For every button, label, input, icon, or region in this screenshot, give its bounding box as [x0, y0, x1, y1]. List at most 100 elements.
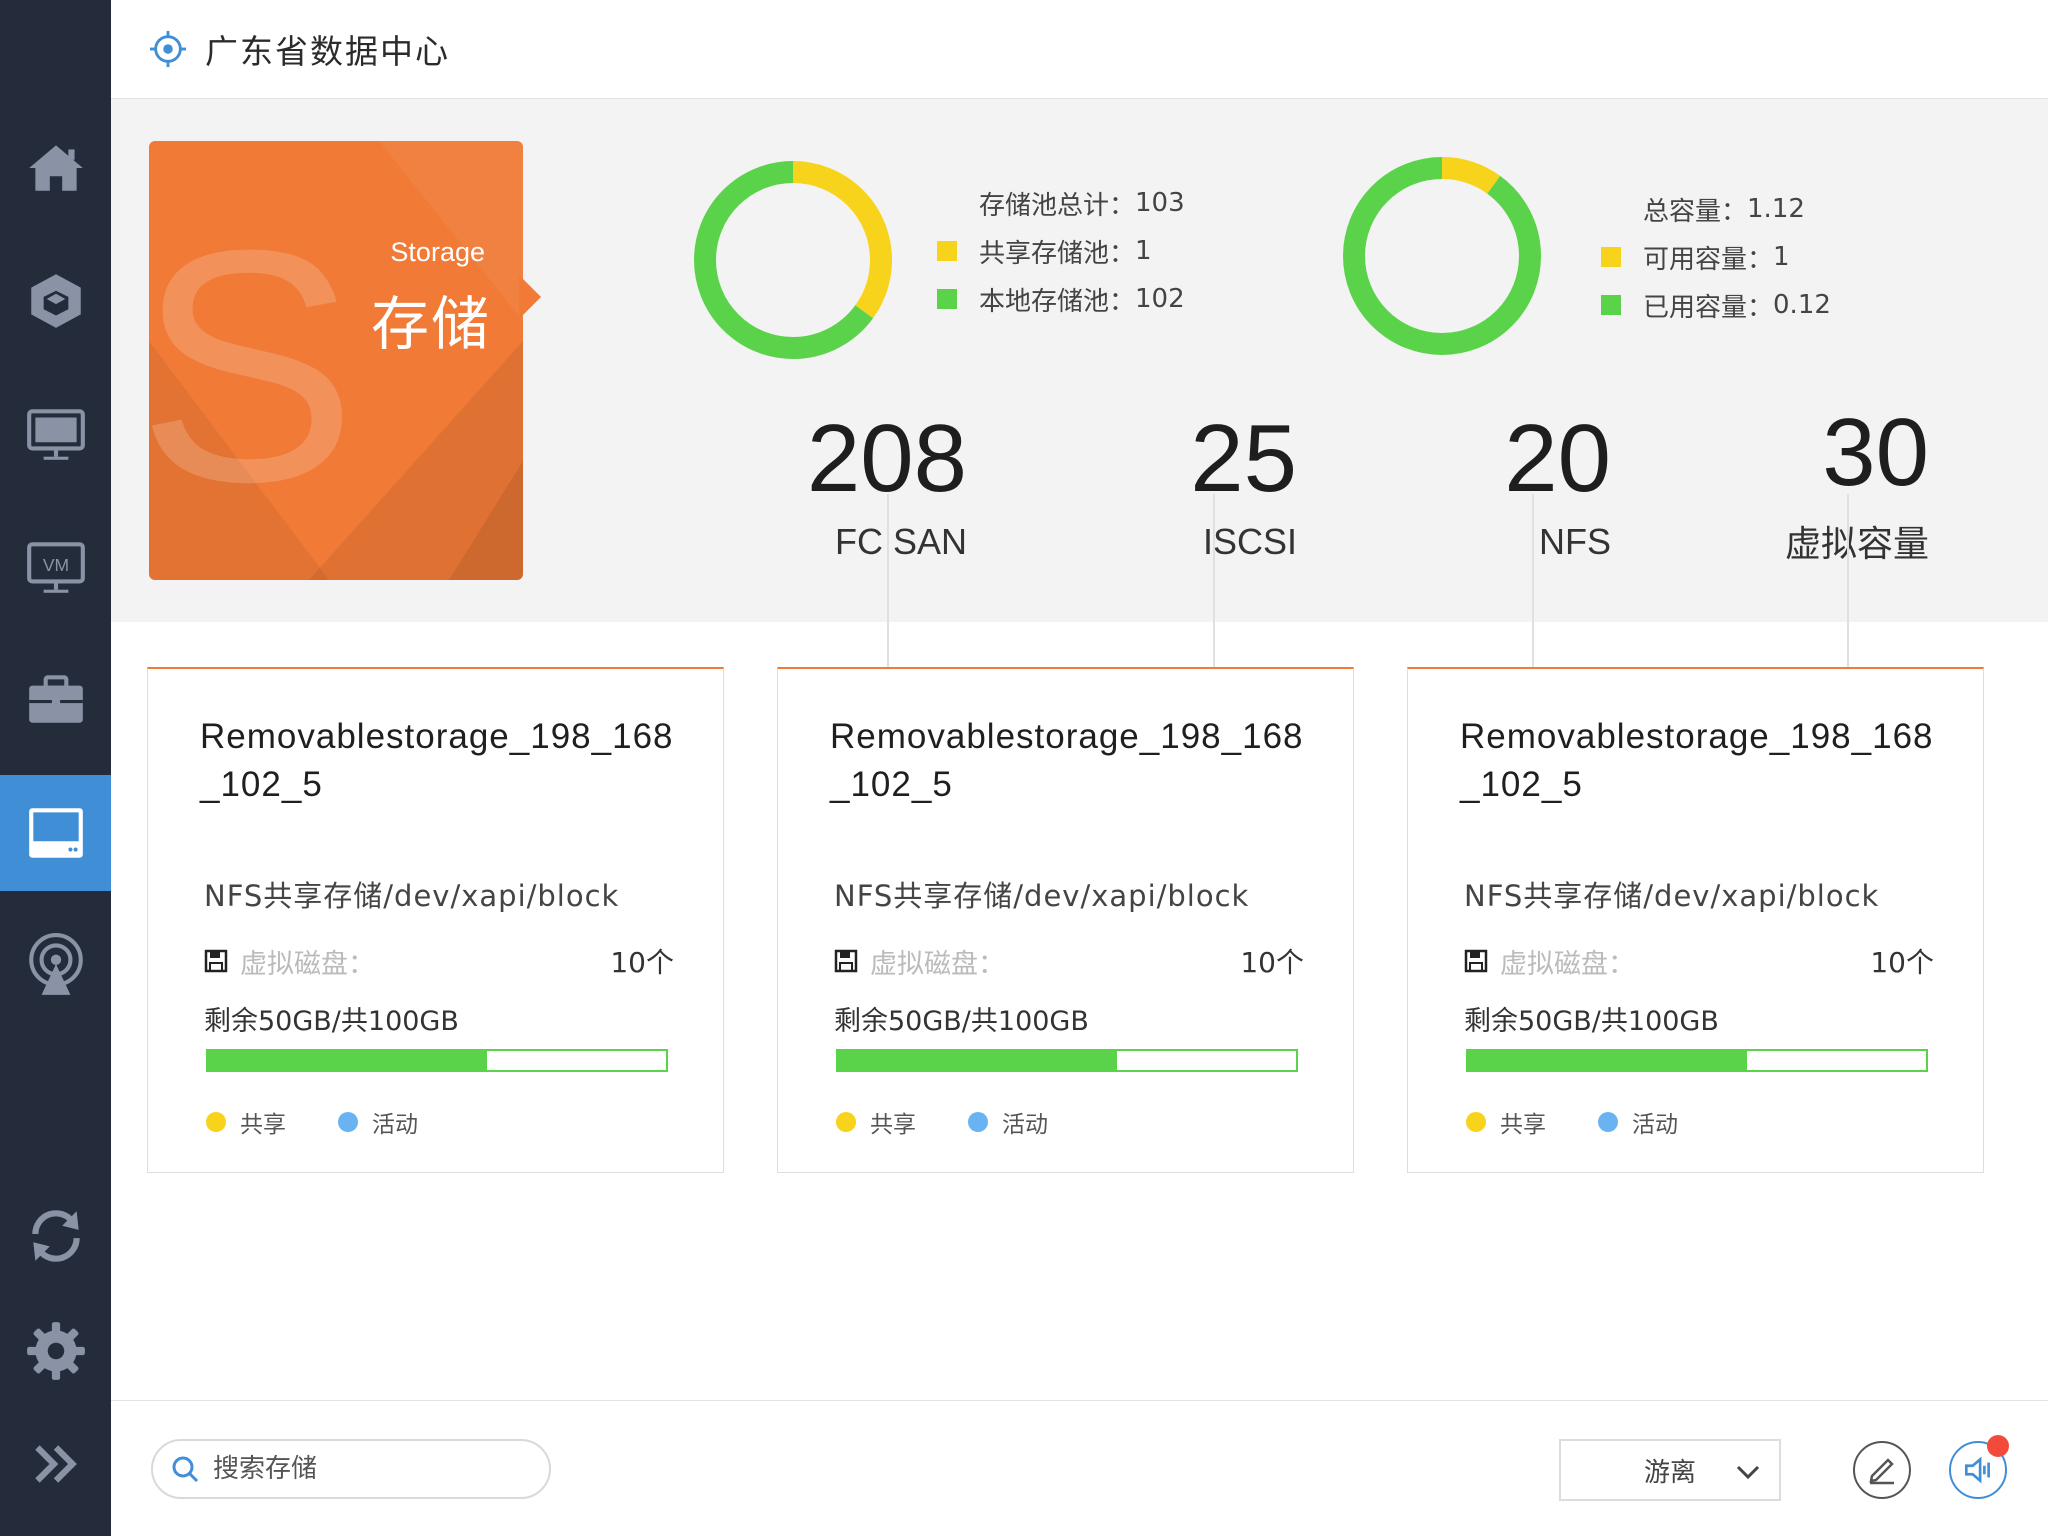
- stat-divider: [887, 494, 889, 682]
- tag-shared: 共享: [1466, 1105, 1546, 1139]
- status-filter-select[interactable]: 游离: [1559, 1439, 1781, 1501]
- legend-capacity-total: 总容量： 1.12: [1601, 185, 1831, 233]
- speaker-icon: [1964, 1456, 1990, 1484]
- tag-shared: 共享: [836, 1105, 916, 1139]
- sidebar-item-settings[interactable]: [0, 1293, 111, 1409]
- cube-icon: [30, 274, 81, 328]
- storage-label-en: Storage: [390, 237, 485, 267]
- storage-icon: [28, 808, 83, 858]
- edit-button[interactable]: [1853, 1441, 1911, 1499]
- stat-label: NFS: [1539, 521, 1611, 562]
- legend-value: 102: [1135, 284, 1185, 314]
- capacity-progress-bar: [206, 1049, 668, 1072]
- vm-icon: VM: [26, 542, 85, 593]
- tag-label: 共享: [870, 1112, 916, 1138]
- storage-path: NFS共享存储/dev/xapi/block: [1464, 879, 1880, 913]
- tag-active: 活动: [1598, 1105, 1678, 1139]
- sidebar-item-storage[interactable]: [0, 775, 111, 891]
- capacity-text: 剩余50GB/共100GB: [204, 1006, 459, 1037]
- search-icon: [172, 1456, 199, 1483]
- floppy-disk-icon: [834, 949, 858, 973]
- legend-capacity-available: 可用容量： 1: [1601, 233, 1831, 281]
- search-box[interactable]: [151, 1439, 551, 1499]
- capacity-progress-fill: [838, 1051, 1118, 1070]
- yellow-dot-icon: [836, 1112, 856, 1132]
- virtual-disk-count: 10个: [1240, 946, 1304, 979]
- legend-value: 103: [1135, 188, 1185, 218]
- legend-swatch-green: [937, 289, 957, 309]
- vm-icon-label: VM: [42, 555, 68, 575]
- capacity-progress-fill: [1468, 1051, 1748, 1070]
- legend-pool-shared: 共享存储池： 1: [937, 227, 1185, 275]
- virtual-disk-count: 10个: [1870, 946, 1934, 979]
- stat-value: 208: [806, 405, 967, 512]
- legend-swatch-yellow: [1601, 247, 1621, 267]
- virtual-disk-label: 虚拟磁盘：: [870, 948, 1005, 980]
- storage-card-item[interactable]: Removablestorage_198_168_102_5 NFS共享存储/d…: [777, 667, 1354, 1173]
- virtual-disk-row: 虚拟磁盘： 10个: [834, 941, 1304, 981]
- storage-pool-legend: 存储池总计： 103 共享存储池： 1 本地存储池： 102: [937, 179, 1185, 323]
- legend-label: 已用容量：: [1643, 292, 1774, 323]
- stat-virtual-capacity: 30 虚拟容量: [1641, 405, 1929, 567]
- status-tags: 共享 活动: [1466, 1105, 1730, 1139]
- stat-fc-san: 208 FC SAN: [691, 411, 967, 563]
- storage-name: Removablestorage_198_168_102_5: [830, 717, 1304, 804]
- legend-label: 本地存储池：: [979, 286, 1136, 317]
- sidebar-item-refresh[interactable]: [0, 1178, 111, 1294]
- virtual-disk-label: 虚拟磁盘：: [1500, 948, 1635, 980]
- legend-swatch-yellow: [937, 241, 957, 261]
- capacity-donut-chart: [1343, 157, 1541, 355]
- donut-slice: [1343, 157, 1541, 355]
- storage-path: NFS共享存储/dev/xapi/block: [834, 879, 1250, 913]
- yellow-dot-icon: [206, 1112, 226, 1132]
- storage-pool-donut-chart: [694, 161, 892, 359]
- virtual-disk-label: 虚拟磁盘：: [240, 948, 375, 980]
- legend-label: 总容量：: [1643, 196, 1748, 227]
- stat-value: 20: [1504, 405, 1611, 512]
- legend-value: 1.12: [1747, 194, 1805, 224]
- stat-nfs: 20 NFS: [1321, 411, 1611, 563]
- virtual-disk-row: 虚拟磁盘： 10个: [1464, 941, 1934, 981]
- sidebar-item-resource[interactable]: [0, 243, 111, 359]
- sidebar: VM: [0, 0, 111, 1536]
- storage-card-item[interactable]: Removablestorage_198_168_102_5 NFS共享存储/d…: [1407, 667, 1984, 1173]
- sidebar-item-desktop[interactable]: [0, 376, 111, 492]
- gear-icon: [26, 1322, 85, 1380]
- search-input[interactable]: [213, 1454, 533, 1484]
- stat-divider: [1213, 494, 1215, 682]
- page-header: 广东省数据中心: [111, 0, 2048, 99]
- storage-watermark: S: [149, 181, 358, 550]
- sidebar-item-network[interactable]: [0, 908, 111, 1024]
- virtual-disk-count: 10个: [610, 946, 674, 979]
- blue-dot-icon: [1598, 1112, 1618, 1132]
- stat-label: FC SAN: [834, 521, 967, 562]
- notification-badge: [1987, 1435, 2009, 1457]
- blue-dot-icon: [338, 1112, 358, 1132]
- sidebar-item-business[interactable]: [0, 642, 111, 758]
- yellow-dot-icon: [1466, 1112, 1486, 1132]
- tag-label: 活动: [372, 1112, 418, 1138]
- legend-label: 存储池总计：: [979, 190, 1136, 221]
- monitor-icon: [26, 409, 85, 460]
- storage-card-item[interactable]: Removablestorage_198_168_102_5 NFS共享存储/d…: [147, 667, 724, 1173]
- storage-path: NFS共享存储/dev/xapi/block: [204, 879, 620, 913]
- sound-button[interactable]: [1949, 1435, 2009, 1499]
- tag-label: 共享: [1500, 1112, 1546, 1138]
- storage-category-card: S Storage 存储: [149, 141, 523, 580]
- tag-active: 活动: [968, 1105, 1048, 1139]
- floppy-disk-icon: [1464, 949, 1488, 973]
- sidebar-item-vm[interactable]: VM: [0, 509, 111, 625]
- stat-divider: [1847, 494, 1849, 682]
- capacity-progress-bar: [1466, 1049, 1928, 1072]
- capacity-text: 剩余50GB/共100GB: [834, 1006, 1089, 1037]
- stat-label: 虚拟容量: [1784, 523, 1929, 564]
- status-tags: 共享 活动: [206, 1105, 470, 1139]
- sidebar-item-home[interactable]: [0, 110, 111, 226]
- double-chevron-right-icon: [34, 1445, 77, 1483]
- bottom-toolbar: 游离: [111, 1400, 2048, 1536]
- page-title: 广东省数据中心: [205, 32, 450, 71]
- refresh-icon: [31, 1210, 80, 1262]
- sidebar-item-expand[interactable]: [0, 1406, 111, 1522]
- stat-divider: [1532, 494, 1534, 682]
- storage-card-pointer: [519, 275, 541, 319]
